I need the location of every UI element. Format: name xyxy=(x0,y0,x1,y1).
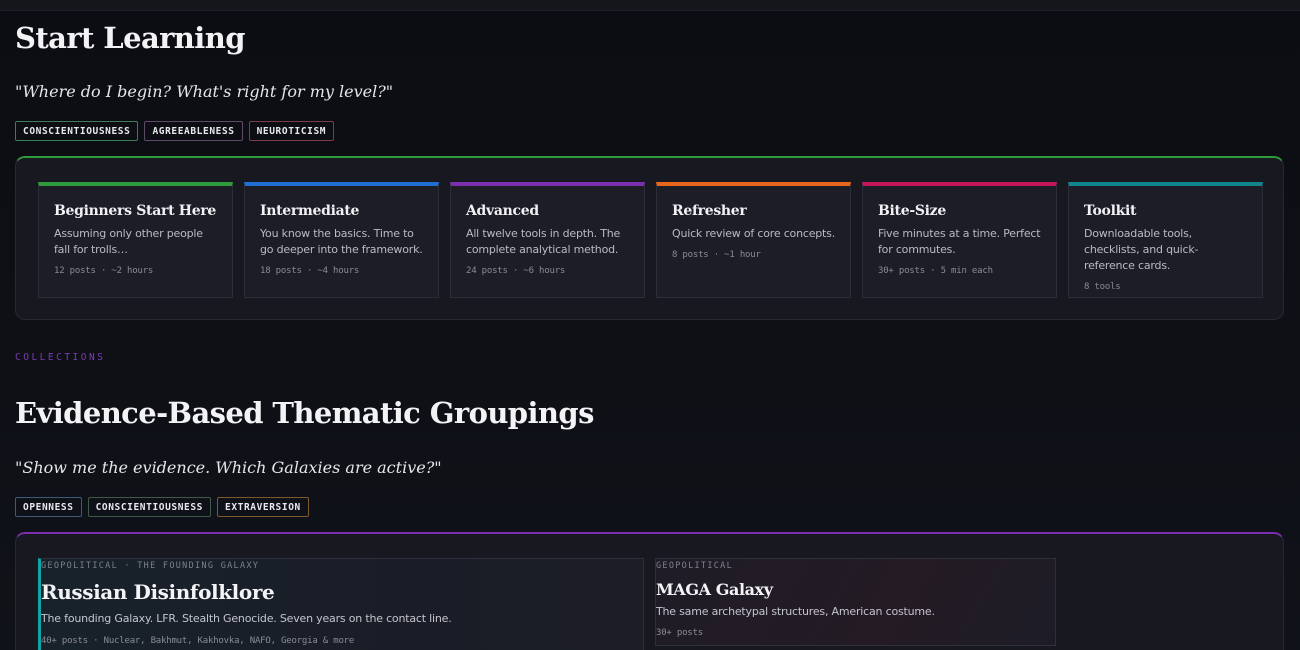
section-eyebrow-collections: COLLECTIONS xyxy=(15,352,106,363)
card-description: Quick review of core concepts. xyxy=(672,227,835,240)
card-meta: 8 tools xyxy=(1084,282,1121,292)
galaxy-card-russian-disinfolklore[interactable]: GEOPOLITICAL · THE FOUNDING GALAXY Russi… xyxy=(38,558,644,650)
card-title: Intermediate xyxy=(260,203,360,219)
card-title: Advanced xyxy=(466,203,539,219)
card-title: Refresher xyxy=(672,203,747,219)
galaxy-meta: 40+ posts · Nuclear, Bakhmut, Kakhovka, … xyxy=(41,636,355,646)
card-meta: 18 posts · ~4 hours xyxy=(260,266,360,276)
card-meta: 30+ posts · 5 min each xyxy=(878,266,993,276)
card-toolkit[interactable]: Toolkit Downloadable tools, checklists, … xyxy=(1068,182,1263,298)
card-refresher[interactable]: Refresher Quick review of core concepts.… xyxy=(656,182,851,298)
card-title: Beginners Start Here xyxy=(54,203,217,219)
card-description: You know the basics. Time to go deeper i… xyxy=(260,227,423,256)
galaxy-kicker: GEOPOLITICAL · THE FOUNDING GALAXY xyxy=(41,561,260,571)
section-title-collections: Evidence-Based Thematic Groupings xyxy=(15,396,594,430)
card-title: Toolkit xyxy=(1084,203,1137,219)
galaxy-meta: 30+ posts xyxy=(656,628,703,638)
card-description: Five minutes at a time. Perfect for comm… xyxy=(878,227,1041,256)
galaxy-title: Russian Disinfolklore xyxy=(41,580,275,604)
section-quote-start-learning: "Where do I begin? What's right for my l… xyxy=(15,82,394,101)
card-intermediate[interactable]: Intermediate You know the basics. Time t… xyxy=(244,182,439,298)
card-meta: 8 posts · ~1 hour xyxy=(672,250,761,260)
learning-paths-panel: Beginners Start Here Assuming only other… xyxy=(15,156,1284,320)
section-title-start-learning: Start Learning xyxy=(15,21,245,55)
tag-conscientiousness[interactable]: CONSCIENTIOUSNESS xyxy=(15,121,139,141)
card-description: All twelve tools in depth. The complete … xyxy=(466,227,621,256)
galaxies-panel: GEOPOLITICAL · THE FOUNDING GALAXY Russi… xyxy=(15,532,1284,650)
galaxy-description: The same archetypal structures, American… xyxy=(656,605,935,618)
card-title: Bite-Size xyxy=(878,203,946,219)
card-meta: 24 posts · ~6 hours xyxy=(466,266,566,276)
tag-agreeableness[interactable]: AGREEABLENESS xyxy=(144,121,243,141)
galaxy-description: The founding Galaxy. LFR. Stealth Genoci… xyxy=(41,612,452,625)
tag-neuroticism[interactable]: NEUROTICISM xyxy=(248,121,335,141)
card-advanced[interactable]: Advanced All twelve tools in depth. The … xyxy=(450,182,645,298)
card-meta: 12 posts · ~2 hours xyxy=(54,266,154,276)
card-beginners[interactable]: Beginners Start Here Assuming only other… xyxy=(38,182,233,298)
top-bar xyxy=(0,0,1300,11)
tag-openness[interactable]: OPENNESS xyxy=(15,497,82,517)
tag-extraversion[interactable]: EXTRAVERSION xyxy=(217,497,309,517)
card-description: Assuming only other people fall for trol… xyxy=(54,227,203,256)
tag-list-collections: OPENNESS CONSCIENTIOUSNESS EXTRAVERSION xyxy=(15,497,309,517)
tag-conscientiousness[interactable]: CONSCIENTIOUSNESS xyxy=(87,497,211,517)
galaxy-card-maga[interactable]: GEOPOLITICAL MAGA Galaxy The same archet… xyxy=(655,558,1056,646)
galaxy-title: MAGA Galaxy xyxy=(656,580,773,599)
card-bite-size[interactable]: Bite-Size Five minutes at a time. Perfec… xyxy=(862,182,1057,298)
galaxy-kicker: GEOPOLITICAL xyxy=(656,561,734,571)
tag-list-start-learning: CONSCIENTIOUSNESS AGREEABLENESS NEUROTIC… xyxy=(15,121,335,141)
card-description: Downloadable tools, checklists, and quic… xyxy=(1084,227,1199,272)
section-quote-collections: "Show me the evidence. Which Galaxies ar… xyxy=(15,458,442,477)
